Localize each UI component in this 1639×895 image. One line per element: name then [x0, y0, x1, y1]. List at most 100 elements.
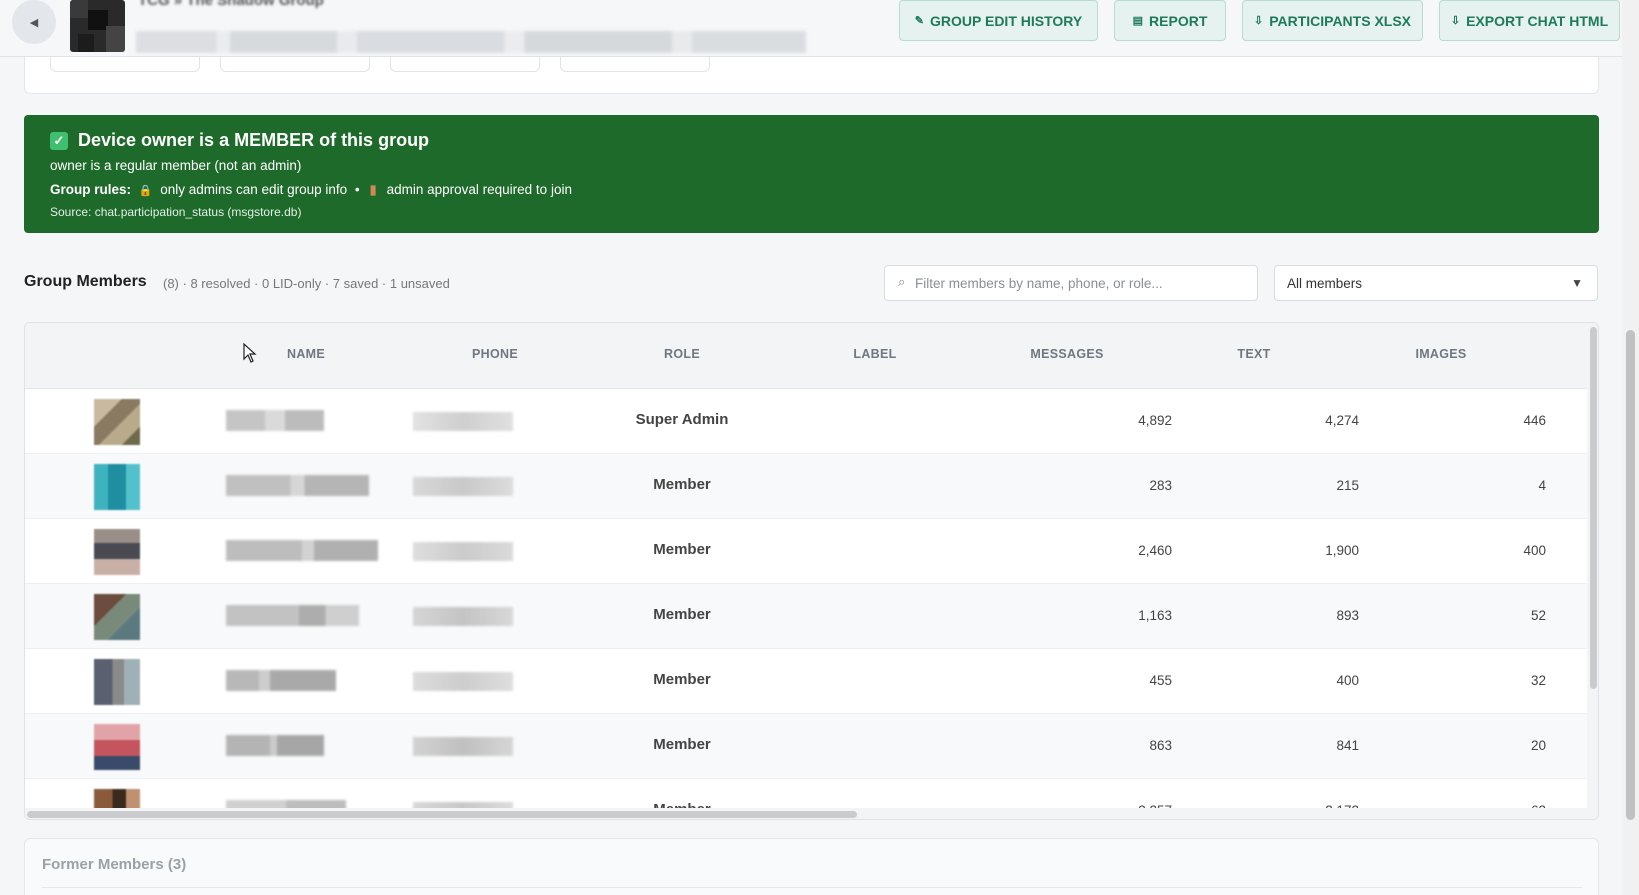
report-button[interactable]: ▤ REPORT: [1114, 0, 1226, 41]
approval-icon: ▮: [369, 182, 377, 197]
member-name: [226, 540, 378, 561]
download-icon: ⇩: [1253, 15, 1264, 27]
column-text[interactable]: TEXT: [1237, 347, 1270, 361]
table-row[interactable]: Member 1,163 893 52: [25, 584, 1587, 649]
column-images[interactable]: IMAGES: [1415, 347, 1466, 361]
pencil-icon: ✎: [914, 15, 924, 27]
avatar: [94, 399, 140, 445]
group-title: TCG » The Shadow Group: [138, 0, 324, 9]
member-messages: 455: [1149, 673, 1172, 688]
scrollbar-thumb[interactable]: [1590, 327, 1597, 689]
button-label: GROUP EDIT HISTORY: [930, 12, 1083, 29]
table-row[interactable]: Member 863 841 20: [25, 714, 1587, 779]
avatar: [94, 659, 140, 705]
back-button[interactable]: ◀: [12, 0, 56, 44]
rule-approval: admin approval required to join: [386, 182, 572, 197]
table-row[interactable]: Super Admin 4,892 4,274 446: [25, 389, 1587, 454]
group-rules: Group rules: 🔒 only admins can edit grou…: [50, 182, 572, 198]
column-name[interactable]: NAME: [287, 347, 325, 361]
column-role[interactable]: ROLE: [664, 347, 700, 361]
download-icon: ⇩: [1450, 15, 1461, 27]
member-role: Member: [653, 606, 711, 623]
member-text: 4,274: [1325, 413, 1359, 428]
member-messages: 283: [1149, 478, 1172, 493]
column-label[interactable]: LABEL: [853, 347, 896, 361]
member-messages: 2,460: [1138, 543, 1172, 558]
member-role: Member: [653, 736, 711, 753]
rules-label: Group rules:: [50, 182, 132, 197]
former-members-title[interactable]: Former Members (3): [42, 856, 186, 873]
mouse-cursor-icon: [243, 343, 257, 363]
avatar: [94, 594, 140, 640]
table-row[interactable]: Member 283 215 4: [25, 454, 1587, 519]
page-scrollbar[interactable]: [1622, 0, 1639, 895]
table-vertical-scrollbar[interactable]: [1587, 323, 1598, 819]
member-images: 20: [1530, 738, 1546, 753]
scrollbar-thumb[interactable]: [27, 811, 857, 818]
export-chat-html-button[interactable]: ⇩ EXPORT CHAT HTML: [1439, 0, 1620, 41]
member-messages: 4,892: [1138, 413, 1172, 428]
member-phone: [413, 412, 513, 431]
button-label: REPORT: [1149, 12, 1208, 29]
member-phone: [413, 607, 513, 626]
member-name: [226, 605, 359, 626]
member-text: 893: [1336, 608, 1359, 623]
member-phone: [413, 477, 513, 496]
former-members-section: Former Members (3): [24, 838, 1599, 895]
member-text: 1,900: [1325, 543, 1359, 558]
lock-icon: 🔒: [138, 185, 153, 197]
search-icon: ⌕: [898, 274, 906, 289]
member-name: [226, 735, 324, 756]
table-horizontal-scrollbar[interactable]: [25, 808, 1587, 819]
members-table: NAME PHONE ROLE LABEL MESSAGES TEXT IMAG…: [24, 322, 1599, 820]
select-value: All members: [1287, 276, 1363, 291]
column-messages[interactable]: MESSAGES: [1030, 347, 1103, 361]
member-name: [226, 475, 369, 496]
banner-source: Source: chat.participation_status (msgst…: [50, 205, 302, 219]
column-phone[interactable]: PHONE: [472, 347, 518, 361]
member-phone: [413, 672, 513, 691]
banner-subtitle: owner is a regular member (not an admin): [50, 158, 302, 173]
member-phone: [413, 542, 513, 561]
banner-title: ✓ Device owner is a MEMBER of this group: [50, 130, 429, 151]
rule-edit-info: only admins can edit group info: [160, 182, 348, 197]
group-edit-history-button[interactable]: ✎ GROUP EDIT HISTORY: [899, 0, 1098, 41]
group-subtitle: [136, 31, 806, 53]
member-messages: 1,163: [1138, 608, 1172, 623]
member-text: 400: [1336, 673, 1359, 688]
banner-title-text: Device owner is a MEMBER of this group: [78, 130, 430, 150]
group-avatar: [70, 0, 125, 52]
member-images: 4: [1538, 478, 1546, 493]
member-text: 841: [1336, 738, 1359, 753]
member-messages: 863: [1149, 738, 1172, 753]
participants-xlsx-button[interactable]: ⇩ PARTICIPANTS XLSX: [1242, 0, 1423, 41]
chevron-left-icon: ◀: [29, 16, 39, 29]
divider: [42, 887, 1582, 888]
button-label: PARTICIPANTS XLSX: [1269, 12, 1412, 29]
table-row[interactable]: Member 2,460 1,900 400: [25, 519, 1587, 584]
check-icon: ✓: [50, 131, 68, 150]
member-text: 215: [1336, 478, 1359, 493]
member-role: Member: [653, 541, 711, 558]
membership-banner: ✓ Device owner is a MEMBER of this group…: [24, 115, 1599, 233]
member-images: 52: [1530, 608, 1546, 623]
member-images: 400: [1523, 543, 1546, 558]
button-label: EXPORT CHAT HTML: [1466, 12, 1609, 29]
member-role: Member: [653, 671, 711, 688]
avatar: [94, 464, 140, 510]
members-stats: (8) · 8 resolved · 0 LID-only · 7 saved …: [163, 276, 450, 291]
member-phone: [413, 737, 513, 756]
member-role: Member: [653, 476, 711, 493]
member-name: [226, 670, 336, 691]
table-row[interactable]: Member 455 400 32: [25, 649, 1587, 714]
rule-separator: •: [354, 182, 360, 197]
report-icon: ▤: [1132, 15, 1144, 27]
scrollbar-thumb[interactable]: [1626, 330, 1635, 820]
member-role: Super Admin: [635, 411, 729, 428]
member-name: [226, 410, 324, 431]
caret-down-icon: ▼: [1571, 276, 1583, 290]
member-filter-input[interactable]: [884, 265, 1258, 301]
member-filter-select[interactable]: All members ▼: [1274, 265, 1598, 301]
member-images: 446: [1523, 413, 1546, 428]
top-header: ◀ TCG » The Shadow Group ✎ GROUP EDIT HI…: [0, 0, 1622, 57]
